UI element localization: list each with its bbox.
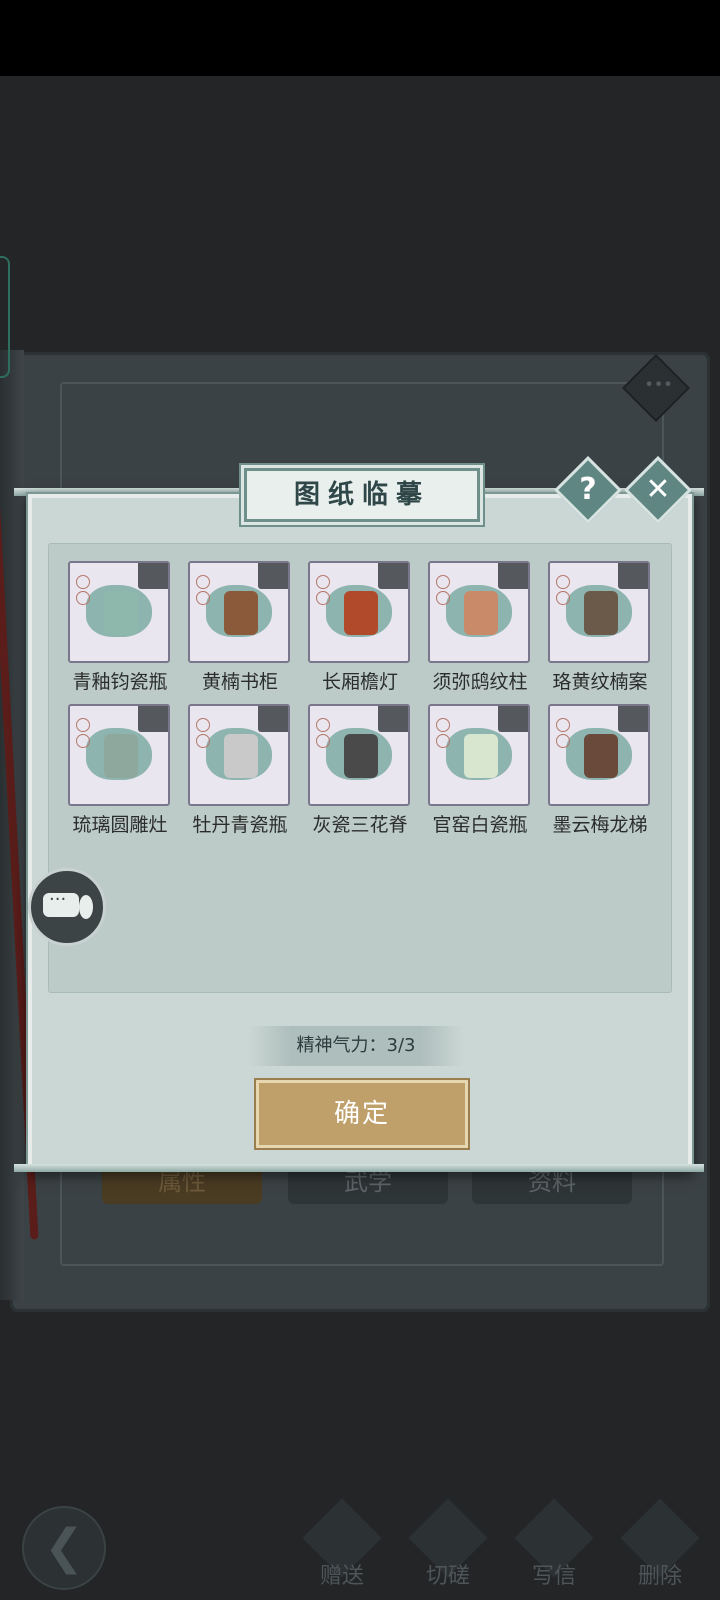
seal-stamp-icon xyxy=(196,575,210,589)
selection-checkbox[interactable] xyxy=(258,706,288,732)
status-bar xyxy=(0,0,720,76)
blueprint-item[interactable]: 琉璃圆雕灶 xyxy=(68,704,172,837)
chat-button[interactable] xyxy=(28,868,106,946)
seal-stamp-icon xyxy=(556,734,570,748)
gourd-icon xyxy=(79,895,93,919)
write-letter-button[interactable]: 写信 xyxy=(512,1498,596,1590)
item-illustration xyxy=(584,591,618,635)
item-label: 青釉钧瓷瓶 xyxy=(72,671,168,693)
item-label: 须弥鸱纹柱 xyxy=(432,671,528,693)
item-illustration xyxy=(344,591,378,635)
seal-stamp-icon xyxy=(556,575,570,589)
item-label: 灰瓷三花脊 xyxy=(312,814,408,836)
blueprint-card[interactable] xyxy=(188,561,290,663)
item-illustration xyxy=(584,734,618,778)
seal-stamp-icon xyxy=(76,718,90,732)
seal-stamp-icon xyxy=(316,575,330,589)
blueprint-item[interactable]: 黄楠书柜 xyxy=(188,561,292,694)
selection-checkbox[interactable] xyxy=(378,706,408,732)
delete-button[interactable]: 删除 xyxy=(618,1498,702,1590)
item-label: 官窑白瓷瓶 xyxy=(432,814,528,836)
blueprint-item[interactable]: 牡丹青瓷瓶 xyxy=(188,704,292,837)
blueprint-card[interactable] xyxy=(188,704,290,806)
selection-checkbox[interactable] xyxy=(498,563,528,589)
seal-stamp-icon xyxy=(316,734,330,748)
blueprint-item[interactable]: 灰瓷三花脊 xyxy=(308,704,412,837)
close-icon: ✕ xyxy=(645,472,671,507)
gift-button[interactable]: 赠送 xyxy=(300,1498,384,1590)
item-illustration xyxy=(224,591,258,635)
seal-stamp-icon xyxy=(556,591,570,605)
item-illustration xyxy=(464,734,498,778)
blueprint-card[interactable] xyxy=(308,561,410,663)
blueprint-card[interactable] xyxy=(308,704,410,806)
blueprint-card[interactable] xyxy=(548,704,650,806)
stamina-indicator: 精神气力：3/3 xyxy=(248,1026,464,1066)
selection-checkbox[interactable] xyxy=(138,563,168,589)
back-button[interactable]: ❮ xyxy=(22,1506,106,1590)
dialog-rail-bottom xyxy=(14,1164,704,1172)
blueprint-card[interactable] xyxy=(428,704,530,806)
seal-stamp-icon xyxy=(436,575,450,589)
seal-stamp-icon xyxy=(196,734,210,748)
seal-stamp-icon xyxy=(436,591,450,605)
blueprint-item[interactable]: 官窑白瓷瓶 xyxy=(428,704,532,837)
selection-checkbox[interactable] xyxy=(138,706,168,732)
item-illustration xyxy=(464,591,498,635)
blueprint-card[interactable] xyxy=(68,704,170,806)
item-illustration xyxy=(104,734,138,778)
seal-stamp-icon xyxy=(76,575,90,589)
seal-stamp-icon xyxy=(316,591,330,605)
item-label: 珞黄纹楠案 xyxy=(552,671,648,693)
selection-checkbox[interactable] xyxy=(618,563,648,589)
selection-checkbox[interactable] xyxy=(258,563,288,589)
item-label: 黄楠书柜 xyxy=(201,671,278,693)
help-icon: ? xyxy=(579,472,597,507)
item-illustration xyxy=(224,734,258,778)
seal-stamp-icon xyxy=(76,734,90,748)
dialog-title: 图纸临摹 xyxy=(244,468,480,522)
blueprint-card[interactable] xyxy=(548,561,650,663)
selection-checkbox[interactable] xyxy=(498,706,528,732)
seal-stamp-icon xyxy=(436,734,450,748)
left-edge-tab[interactable] xyxy=(0,256,10,378)
seal-stamp-icon xyxy=(436,718,450,732)
seal-stamp-icon xyxy=(556,718,570,732)
item-illustration xyxy=(344,734,378,778)
blueprint-item[interactable]: 须弥鸱纹柱 xyxy=(428,561,532,694)
seal-stamp-icon xyxy=(196,591,210,605)
item-illustration xyxy=(104,591,138,635)
spar-button[interactable]: 切磋 xyxy=(406,1498,490,1590)
blueprint-item[interactable]: 青釉钧瓷瓶 xyxy=(68,561,172,694)
confirm-button[interactable]: 确定 xyxy=(256,1080,468,1148)
selection-checkbox[interactable] xyxy=(618,706,648,732)
blueprint-item[interactable]: 长厢檐灯 xyxy=(308,561,412,694)
item-label: 牡丹青瓷瓶 xyxy=(192,814,288,836)
item-label: 长厢檐灯 xyxy=(321,671,398,693)
blueprint-card[interactable] xyxy=(428,561,530,663)
seal-stamp-icon xyxy=(196,718,210,732)
selection-checkbox[interactable] xyxy=(378,563,408,589)
seal-stamp-icon xyxy=(76,591,90,605)
chat-bubble-icon xyxy=(43,889,79,917)
item-label: 琉璃圆雕灶 xyxy=(72,814,168,836)
blueprint-item[interactable]: 墨云梅龙梯 xyxy=(548,704,652,837)
item-label: 墨云梅龙梯 xyxy=(552,814,648,836)
seal-stamp-icon xyxy=(316,718,330,732)
blueprint-item[interactable]: 珞黄纹楠案 xyxy=(548,561,652,694)
blueprint-card[interactable] xyxy=(68,561,170,663)
